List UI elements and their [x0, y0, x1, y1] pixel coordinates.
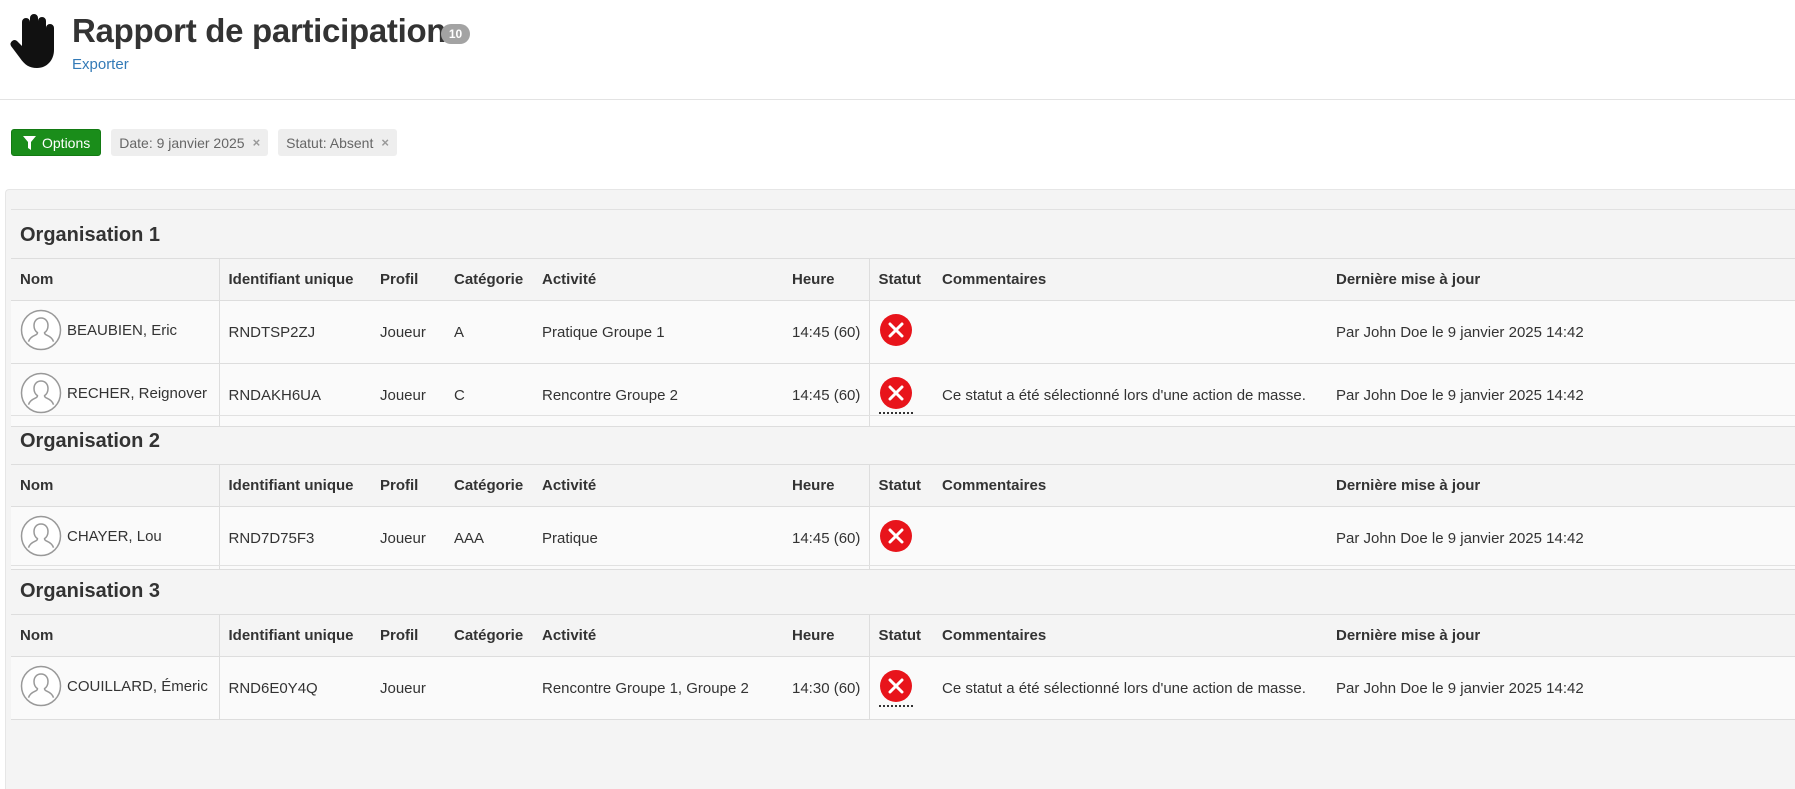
- column-header-updated[interactable]: Dernière mise à jour: [1327, 614, 1795, 657]
- table-header-row: Nom Identifiant unique Profil Catégorie Acti…: [11, 614, 1795, 657]
- organisation-section: Organisation 1 Nom Identifiant unique Profi…: [11, 209, 1795, 427]
- column-header-activity[interactable]: Activité: [533, 258, 783, 301]
- avatar-icon: [20, 515, 62, 557]
- column-header-name[interactable]: Nom: [11, 258, 219, 301]
- column-header-category[interactable]: Catégorie: [445, 614, 533, 657]
- avatar-icon: [20, 309, 62, 351]
- absent-status-icon[interactable]: [879, 519, 913, 553]
- cell-id: RNDTSP2ZJ: [218, 300, 371, 364]
- participant-name[interactable]: RECHER, Reignover: [67, 385, 207, 402]
- organisation-title: Organisation 3: [11, 565, 1795, 614]
- column-header-time[interactable]: Heure: [783, 464, 869, 507]
- participant-name[interactable]: COUILLARD, Émeric: [67, 678, 208, 695]
- cell-status: [868, 656, 933, 720]
- cell-profile: Joueur: [371, 300, 445, 364]
- table-header-row: Nom Identifiant unique Profil Catégorie Acti…: [11, 464, 1795, 507]
- column-header-updated[interactable]: Dernière mise à jour: [1327, 258, 1795, 301]
- absent-status-icon[interactable]: [879, 313, 913, 347]
- cell-status: [868, 300, 933, 364]
- column-header-id[interactable]: Identifiant unique: [218, 258, 371, 301]
- column-header-activity[interactable]: Activité: [533, 464, 783, 507]
- page-title: Rapport de participation: [72, 12, 447, 49]
- column-header-category[interactable]: Catégorie: [445, 258, 533, 301]
- organisation-section: Organisation 2 Nom Identifiant unique Profi…: [11, 415, 1795, 570]
- attendance-table: Nom Identifiant unique Profil Catégorie Acti…: [11, 464, 1795, 570]
- absent-status-icon[interactable]: [879, 376, 913, 410]
- column-header-status[interactable]: Statut: [868, 258, 933, 301]
- participant-name[interactable]: CHAYER, Lou: [67, 528, 162, 545]
- cell-time: 14:45 (60): [783, 300, 869, 364]
- table-header-row: Nom Identifiant unique Profil Catégorie Acti…: [11, 258, 1795, 301]
- column-header-updated[interactable]: Dernière mise à jour: [1327, 464, 1795, 507]
- cell-updated: Par John Doe le 9 janvier 2025 14:42: [1327, 300, 1795, 364]
- column-header-id[interactable]: Identifiant unique: [218, 464, 371, 507]
- column-header-profile[interactable]: Profil: [371, 614, 445, 657]
- cell-activity: Pratique Groupe 1: [533, 300, 783, 364]
- organisation-title: Organisation 2: [11, 415, 1795, 464]
- table-row[interactable]: CHAYER, Lou RND7D75F3 Joueur AAA Pratique 14:…: [11, 506, 1795, 570]
- column-header-id[interactable]: Identifiant unique: [218, 614, 371, 657]
- cell-profile: Joueur: [371, 656, 445, 720]
- filter-chip-status: Statut: Absent ×: [278, 129, 397, 156]
- column-header-name[interactable]: Nom: [11, 614, 219, 657]
- cell-name: BEAUBIEN, Eric: [11, 300, 219, 364]
- filter-chip-label: Date: 9 janvier 2025: [119, 134, 245, 151]
- cell-id: RND7D75F3: [218, 506, 371, 570]
- cell-activity: Pratique: [533, 506, 783, 570]
- cell-name: COUILLARD, Émeric: [11, 656, 219, 720]
- column-header-time[interactable]: Heure: [783, 614, 869, 657]
- cell-updated: Par John Doe le 9 janvier 2025 14:42: [1327, 506, 1795, 570]
- remove-filter-icon[interactable]: ×: [381, 135, 389, 150]
- column-header-comments[interactable]: Commentaires: [933, 614, 1327, 657]
- count-badge: 10: [441, 24, 470, 44]
- cell-name: CHAYER, Lou: [11, 506, 219, 570]
- column-header-comments[interactable]: Commentaires: [933, 258, 1327, 301]
- hand-stop-icon: [10, 14, 54, 68]
- filter-chip-date: Date: 9 janvier 2025 ×: [111, 129, 269, 156]
- attendance-table: Nom Identifiant unique Profil Catégorie Acti…: [11, 258, 1795, 427]
- table-row[interactable]: COUILLARD, Émeric RND6E0Y4Q Joueur Rencontr…: [11, 656, 1795, 720]
- cell-category: A: [445, 300, 533, 364]
- filter-chip-label: Statut: Absent: [286, 134, 374, 151]
- column-header-time[interactable]: Heure: [783, 258, 869, 301]
- column-header-status[interactable]: Statut: [868, 614, 933, 657]
- cell-time: 14:30 (60): [783, 656, 869, 720]
- absent-status-icon[interactable]: [879, 669, 913, 703]
- column-header-comments[interactable]: Commentaires: [933, 464, 1327, 507]
- cell-id: RND6E0Y4Q: [218, 656, 371, 720]
- export-link[interactable]: Exporter: [72, 56, 129, 73]
- filter-bar: Options Date: 9 janvier 2025 × Statut: A…: [11, 129, 397, 156]
- attendance-table: Nom Identifiant unique Profil Catégorie Acti…: [11, 614, 1795, 720]
- cell-time: 14:45 (60): [783, 506, 869, 570]
- column-header-activity[interactable]: Activité: [533, 614, 783, 657]
- cell-category: [445, 656, 533, 720]
- cell-category: AAA: [445, 506, 533, 570]
- cell-status: [868, 506, 933, 570]
- comment-indicator: [878, 412, 913, 414]
- column-header-status[interactable]: Statut: [868, 464, 933, 507]
- participant-name[interactable]: BEAUBIEN, Eric: [67, 322, 177, 339]
- comment-indicator: [878, 705, 913, 707]
- cell-activity: Rencontre Groupe 1, Groupe 2: [533, 656, 783, 720]
- filter-icon: [23, 135, 36, 150]
- options-button-label: Options: [42, 134, 91, 151]
- page-header: Rapport de participation 10 Exporter: [0, 0, 1795, 100]
- organisation-section: Organisation 3 Nom Identifiant unique Profi…: [11, 565, 1795, 720]
- column-header-name[interactable]: Nom: [11, 464, 219, 507]
- cell-updated: Par John Doe le 9 janvier 2025 14:42: [1327, 656, 1795, 720]
- cell-profile: Joueur: [371, 506, 445, 570]
- cell-comment: [933, 506, 1327, 570]
- column-header-profile[interactable]: Profil: [371, 258, 445, 301]
- avatar-icon: [20, 372, 62, 414]
- avatar-icon: [20, 665, 62, 707]
- table-row[interactable]: BEAUBIEN, Eric RNDTSP2ZJ Joueur A Pratique G…: [11, 300, 1795, 364]
- remove-filter-icon[interactable]: ×: [253, 135, 261, 150]
- cell-comment: [933, 300, 1327, 364]
- cell-comment: Ce statut a été sélectionné lors d'une a…: [933, 656, 1327, 720]
- options-button[interactable]: Options: [11, 129, 102, 156]
- column-header-profile[interactable]: Profil: [371, 464, 445, 507]
- organisation-title: Organisation 1: [11, 209, 1795, 258]
- column-header-category[interactable]: Catégorie: [445, 464, 533, 507]
